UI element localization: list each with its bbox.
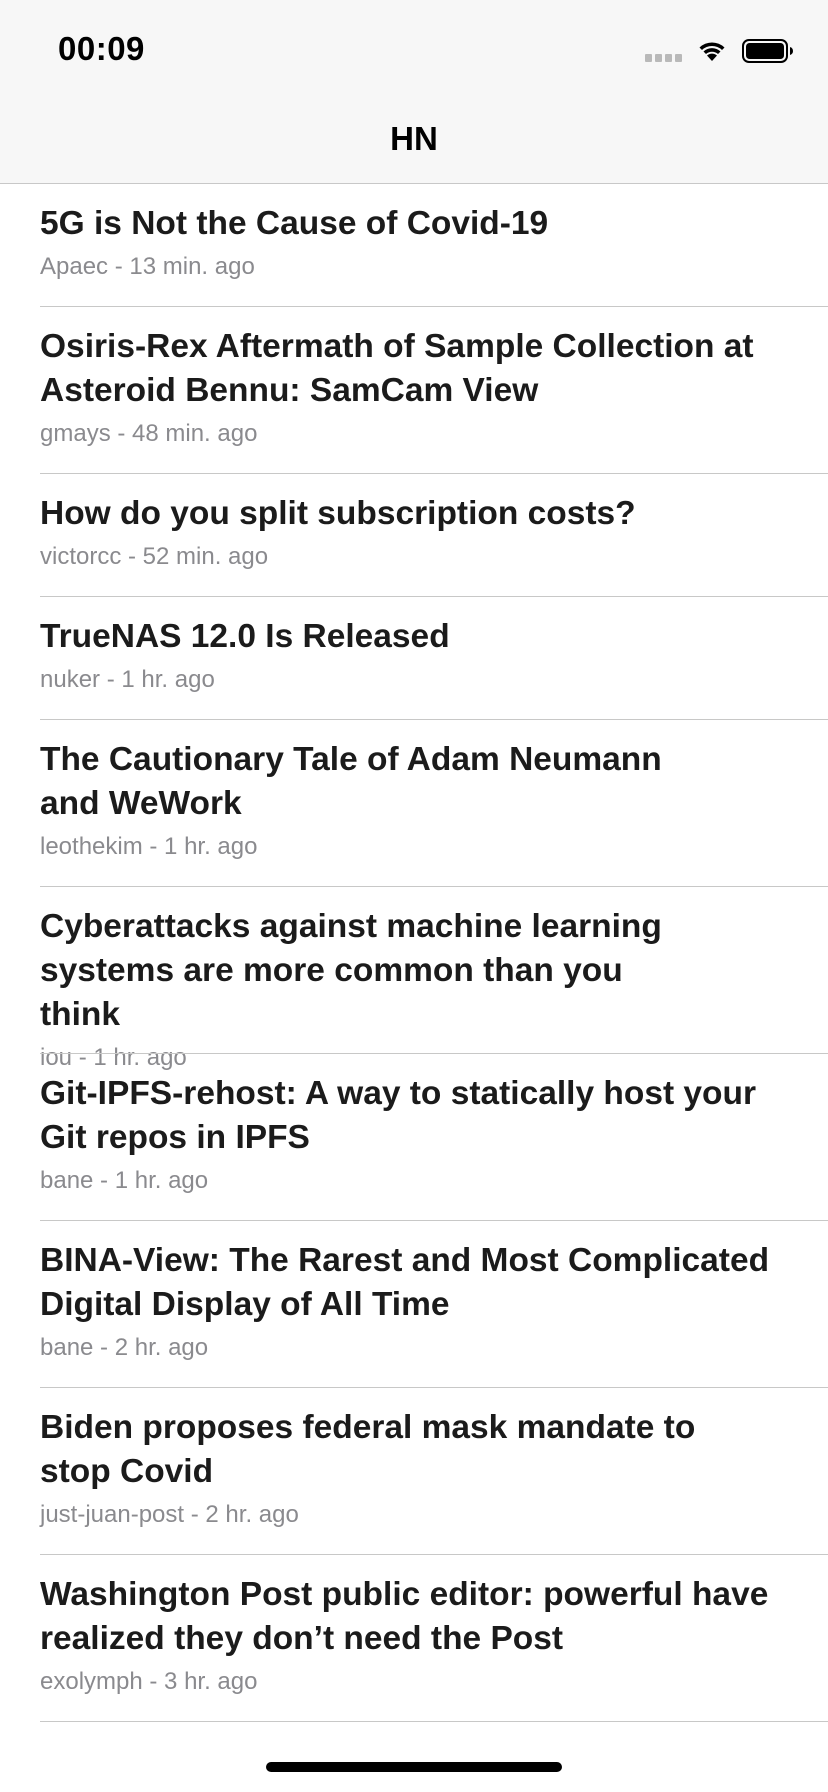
- story-title: Biden proposes federal mask mandate to s…: [40, 1409, 696, 1490]
- story-age: 1 hr. ago: [121, 666, 215, 693]
- story-meta: gmays - 48 min. ago: [40, 419, 788, 449]
- story-meta: bane - 1 hr. ago: [40, 1166, 788, 1196]
- story-author: leothekim: [40, 833, 143, 860]
- story-row[interactable]: BINA-View: The Rarest and Most Complicat…: [0, 1221, 828, 1388]
- story-age: 48 min. ago: [132, 420, 258, 447]
- story-row[interactable]: 5G is Not the Cause of Covid-19 Apaec - …: [0, 184, 828, 307]
- story-list: 5G is Not the Cause of Covid-19 Apaec - …: [0, 184, 828, 1722]
- meta-separator: -: [184, 1501, 206, 1528]
- story-title: Git-IPFS-rehost: A way to statically hos…: [40, 1075, 757, 1156]
- meta-separator: -: [100, 666, 122, 693]
- story-age: 2 hr. ago: [114, 1334, 209, 1361]
- story-author: Apaec: [40, 253, 109, 280]
- story-meta: bane - 2 hr. ago: [40, 1333, 788, 1363]
- story-title: Washington Post public editor: powerful …: [40, 1576, 769, 1657]
- story-author: bane: [40, 1167, 94, 1194]
- meta-separator: -: [121, 543, 143, 570]
- page-title: HN: [390, 120, 438, 157]
- meta-separator: -: [108, 253, 130, 280]
- story-row[interactable]: Cyberattacks against machine learning sy…: [0, 887, 828, 1071]
- story-age: 3 hr. ago: [164, 1668, 258, 1695]
- story-age: 1 hr. ago: [114, 1167, 209, 1194]
- meta-separator: -: [93, 1167, 115, 1194]
- meta-separator: -: [93, 1334, 115, 1361]
- story-meta: victorcc - 52 min. ago: [40, 542, 788, 572]
- wifi-icon: [699, 42, 725, 61]
- story-meta: nuker - 1 hr. ago: [40, 665, 788, 695]
- story-author: bane: [40, 1334, 94, 1361]
- meta-separator: -: [110, 420, 133, 447]
- story-meta: just-juan-post - 2 hr. ago: [40, 1500, 788, 1530]
- story-title: 5G is Not the Cause of Covid-19: [40, 205, 549, 242]
- story-title: TrueNAS 12.0 Is Released: [40, 618, 450, 655]
- meta-separator: -: [142, 833, 165, 860]
- story-age: 2 hr. ago: [205, 1501, 299, 1528]
- story-row[interactable]: Git-IPFS-rehost: A way to statically hos…: [0, 1054, 828, 1221]
- story-row[interactable]: Washington Post public editor: powerful …: [0, 1555, 828, 1722]
- story-author: victorcc: [40, 543, 122, 570]
- story-title: The Cautionary Tale of Adam Neumann and …: [40, 741, 662, 822]
- status-icons: [645, 36, 794, 66]
- story-age: 1 hr. ago: [164, 833, 258, 860]
- navigation-bar: HN: [0, 96, 828, 184]
- story-author: nuker: [40, 666, 101, 693]
- status-bar: 00:09: [0, 0, 828, 96]
- story-meta: leothekim - 1 hr. ago: [40, 832, 788, 862]
- story-meta: exolymph - 3 hr. ago: [40, 1667, 788, 1697]
- story-row[interactable]: The Cautionary Tale of Adam Neumann and …: [0, 720, 828, 887]
- story-age: 13 min. ago: [129, 253, 255, 280]
- home-indicator[interactable]: [266, 1762, 562, 1772]
- story-row[interactable]: Osiris-Rex Aftermath of Sample Collectio…: [0, 307, 828, 474]
- story-title: Cyberattacks against machine learning sy…: [40, 908, 662, 1033]
- story-title: Osiris-Rex Aftermath of Sample Collectio…: [40, 328, 754, 409]
- story-meta: Apaec - 13 min. ago: [40, 252, 788, 282]
- cellular-signal-icon: [645, 40, 682, 62]
- story-row[interactable]: How do you split subscription costs? vic…: [0, 474, 828, 597]
- story-row[interactable]: TrueNAS 12.0 Is Released nuker - 1 hr. a…: [0, 597, 828, 720]
- meta-separator: -: [142, 1668, 165, 1695]
- story-author: just-juan-post: [40, 1501, 185, 1528]
- status-time: 00:09: [58, 30, 145, 67]
- story-title: BINA-View: The Rarest and Most Complicat…: [40, 1242, 770, 1323]
- story-row[interactable]: Biden proposes federal mask mandate to s…: [0, 1388, 828, 1555]
- story-author: gmays: [40, 420, 111, 447]
- story-title: How do you split subscription costs?: [40, 495, 636, 532]
- story-author: exolymph: [40, 1668, 143, 1695]
- story-age: 52 min. ago: [142, 543, 269, 570]
- battery-icon: [742, 39, 793, 63]
